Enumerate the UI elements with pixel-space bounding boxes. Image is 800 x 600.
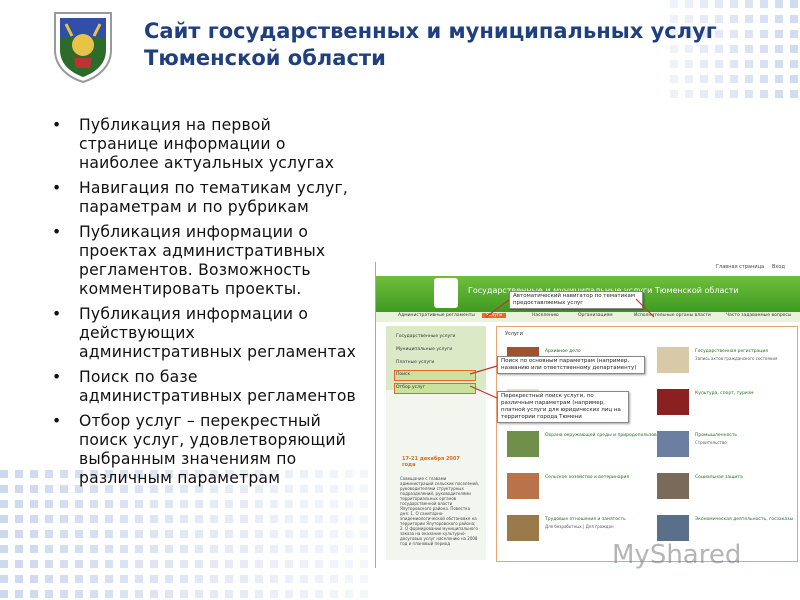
sidebar-item-filter[interactable]: Отбор услуг: [396, 385, 425, 390]
bullet-dot: •: [52, 412, 62, 430]
sidebar-item-paid[interactable]: Платные услуги: [396, 360, 434, 365]
sidebar-item-state[interactable]: Государственные услуги: [396, 334, 455, 339]
category-link[interactable]: Экономическая деятельность, госзаказы: [695, 517, 793, 522]
category-thumbnail[interactable]: [507, 431, 539, 457]
bullet-line: административных регламентах: [79, 343, 357, 361]
bullet-line: Публикация информации о: [79, 305, 309, 323]
bullet-line: комментировать проекты.: [79, 280, 302, 298]
bullet-item: • Публикация информации о проектах админис…: [52, 223, 382, 299]
callout-navigator: Автоматический навигатор по тематикам пр…: [509, 291, 643, 309]
bullet-dot: •: [52, 116, 62, 134]
bullet-line: Публикация на первой: [79, 116, 271, 134]
nav-regulations[interactable]: Административные регламенты: [398, 313, 475, 318]
category-sublinks[interactable]: Запись актов гражданского состояния: [695, 356, 777, 361]
bullet-dot: •: [52, 223, 62, 241]
bullet-line: Навигация по тематикам услуг,: [79, 179, 348, 197]
nav-population[interactable]: Населению: [532, 313, 559, 318]
category-link[interactable]: Трудовые отношения и занятость: [545, 517, 626, 522]
category-thumbnail[interactable]: [657, 347, 689, 373]
bullet-item: • Отбор услуг – перекрестный поиск услуг, …: [52, 412, 382, 488]
services-header: Услуги: [505, 331, 523, 337]
bullet-line: странице информации о: [79, 135, 286, 153]
bullet-dot: •: [52, 179, 62, 197]
sidebar-item-search[interactable]: Поиск: [396, 372, 410, 377]
bullet-item: • Навигация по тематикам услуг, параметрам…: [52, 179, 382, 217]
bullet-list: • Публикация на первой странице информации…: [52, 116, 382, 494]
screenshot-top-bar: Главная страница Вход: [376, 262, 800, 276]
bullet-line: административных регламентов: [79, 387, 356, 405]
site-nav: Административные регламенты Услуги Насел…: [376, 312, 800, 322]
bullet-line: Публикация информации о: [79, 223, 309, 241]
category-link[interactable]: Архивное дело: [545, 349, 581, 354]
nav-organizations[interactable]: Организациям: [578, 313, 613, 318]
category-thumbnail[interactable]: [657, 431, 689, 457]
callout-search: Поиск по основным параметрам (например, …: [497, 356, 645, 374]
category-thumbnail[interactable]: [657, 389, 689, 415]
callout-cross-search: Перекрестный поиск услуги, по различным …: [497, 391, 629, 423]
bullet-line: различным параметрам: [79, 469, 281, 487]
nav-services[interactable]: Услуги: [482, 313, 507, 318]
category-sublinks[interactable]: Строительство: [695, 440, 727, 445]
bullet-item: • Публикация на первой странице информации…: [52, 116, 382, 173]
category-thumbnail[interactable]: [507, 515, 539, 541]
title-line-1: Сайт государственных и муниципальных усл…: [144, 19, 717, 43]
category-link[interactable]: Охрана окружающей среды и природопользов…: [545, 433, 668, 438]
bullet-line: параметрам и по рубрикам: [79, 198, 309, 216]
bullet-line: Поиск по базе: [79, 368, 198, 386]
category-link[interactable]: Культура, спорт, туризм: [695, 391, 754, 396]
news-text: Совещание с главами администраций сельск…: [400, 476, 480, 546]
bullet-item: • Публикация информации о действующих админ…: [52, 305, 382, 362]
bullet-line: выбранным значениям по: [79, 450, 297, 468]
bullet-line: Отбор услуг – перекрестный: [79, 412, 321, 430]
home-link[interactable]: Главная страница: [716, 264, 764, 270]
bullet-dot: •: [52, 305, 62, 323]
coat-of-arms-icon: [54, 12, 112, 84]
watermark: MyShared: [612, 540, 742, 570]
bullet-line: регламентов. Возможность: [79, 261, 311, 279]
category-thumbnail[interactable]: [507, 473, 539, 499]
category-link[interactable]: Социальная защита: [695, 475, 743, 480]
category-thumbnail[interactable]: [657, 515, 689, 541]
category-link[interactable]: Государственная регистрация: [695, 349, 768, 354]
category-link[interactable]: Сельское хозяйство и ветеринария: [545, 475, 629, 480]
title-line-2: Тюменской области: [144, 46, 386, 70]
bullet-line: наиболее актуальных услугах: [79, 154, 335, 172]
login-link[interactable]: Вход: [772, 264, 785, 270]
site-sidebar: Государственные услуги Муниципальные усл…: [386, 326, 486, 560]
bullet-item: • Поиск по базе административных регламент…: [52, 368, 382, 406]
bullet-line: действующих: [79, 324, 195, 342]
bullet-line: поиск услуг, удовлетворяющий: [79, 431, 347, 449]
category-thumbnail[interactable]: [657, 473, 689, 499]
category-link[interactable]: Промышленность: [695, 433, 737, 438]
news-date: 17-21 декабря 2007 года: [402, 456, 460, 468]
bullet-line: проектах административных: [79, 242, 326, 260]
site-logo: [434, 278, 458, 308]
bullet-dot: •: [52, 368, 62, 386]
nav-faq[interactable]: Часто задаваемые вопросы: [726, 313, 791, 318]
slide-title: Сайт государственных и муниципальных усл…: [144, 18, 744, 72]
sidebar-item-municipal[interactable]: Муниципальные услуги: [396, 347, 452, 352]
nav-authorities[interactable]: Исполнительные органы власти: [634, 313, 711, 318]
category-sublinks[interactable]: Для безработных | Для граждан: [545, 524, 614, 529]
